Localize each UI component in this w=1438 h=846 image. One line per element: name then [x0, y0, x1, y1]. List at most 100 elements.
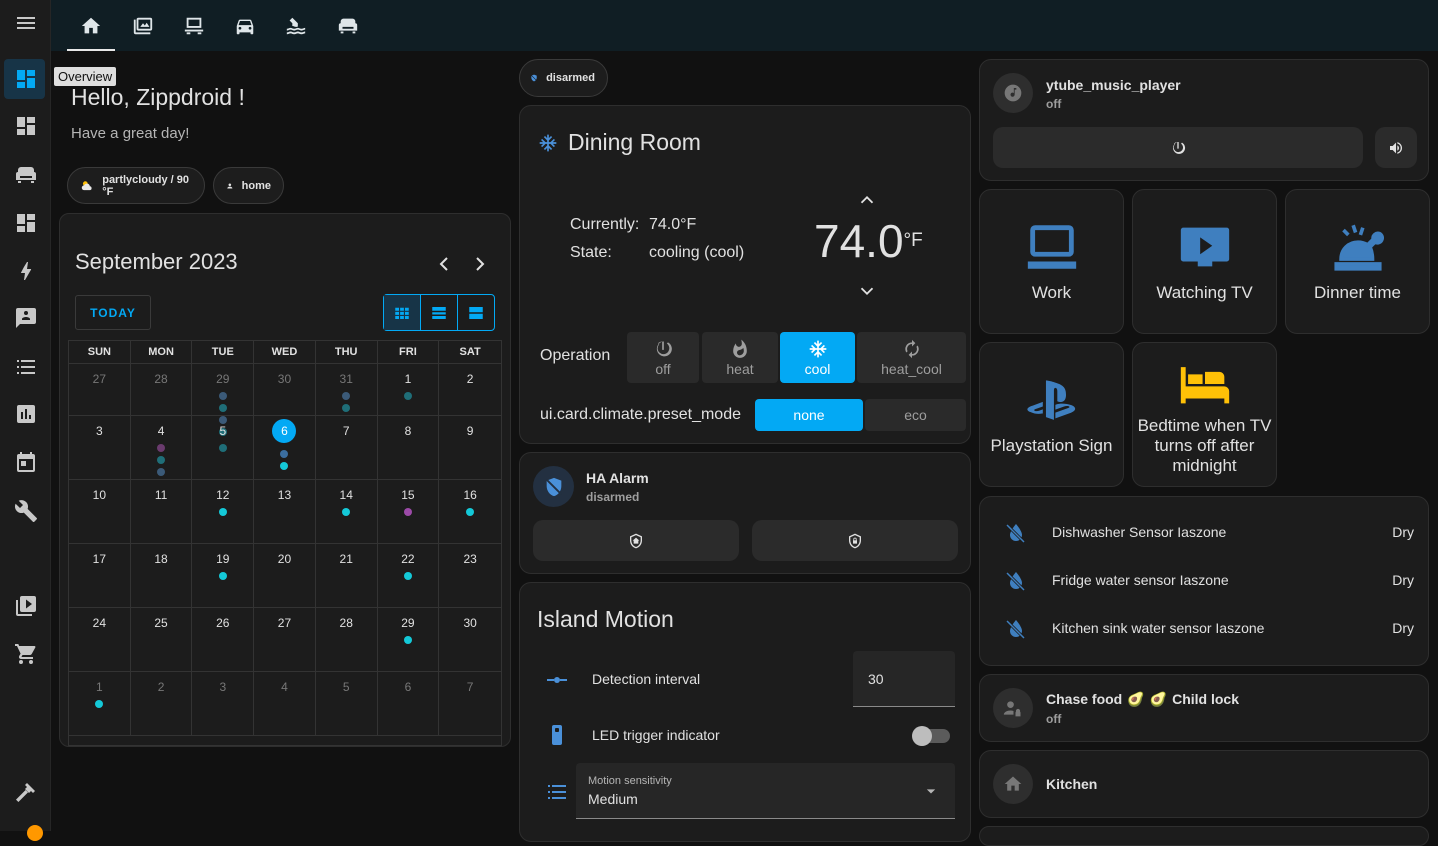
calendar-day[interactable]: 1: [69, 672, 131, 736]
sidebar-item-living[interactable]: [0, 153, 51, 197]
calendar-day[interactable]: 7: [439, 672, 501, 736]
calendar-day[interactable]: 14: [315, 480, 378, 544]
weather-chip[interactable]: partlycloudy / 90 °F: [67, 167, 205, 204]
tab-home[interactable]: [67, 0, 115, 51]
sensor-row[interactable]: Fridge water sensor Iaszone Dry: [980, 569, 1428, 593]
motion-sensitivity-select[interactable]: Motion sensitivity Medium: [576, 763, 955, 819]
alarm-avatar[interactable]: [533, 466, 574, 507]
calendar-day[interactable]: 15: [377, 480, 440, 544]
arm-away-button[interactable]: [752, 520, 958, 561]
today-button[interactable]: TODAY: [75, 295, 151, 330]
notification-badge[interactable]: [27, 825, 43, 841]
mode-heat-cool-button[interactable]: heat_cool: [857, 332, 966, 383]
calendar-day[interactable]: 27: [69, 364, 131, 416]
sidebar-item-settings[interactable]: [0, 770, 51, 814]
calendar-day[interactable]: 31: [315, 364, 378, 416]
sidebar-item-shopping[interactable]: [0, 632, 51, 676]
calendar-day[interactable]: 27: [254, 608, 316, 672]
calendar-day[interactable]: 28: [315, 608, 378, 672]
calendar-prev-button[interactable]: [432, 252, 456, 276]
event-dot[interactable]: [157, 444, 166, 452]
calendar-day[interactable]: 29: [377, 608, 440, 672]
calendar-day[interactable]: 6: [254, 416, 316, 480]
event-dot[interactable]: [342, 392, 351, 400]
calendar-day[interactable]: 10: [69, 480, 131, 544]
calendar-day[interactable]: 1: [377, 364, 440, 416]
menu-button[interactable]: [0, 1, 51, 45]
media-volume-button[interactable]: [1375, 127, 1417, 168]
sidebar-item-overview[interactable]: [0, 57, 51, 101]
calendar-day[interactable]: 29: [192, 364, 255, 436]
event-dot[interactable]: [342, 404, 351, 412]
calendar-day[interactable]: 28: [130, 364, 193, 416]
sidebar-item-calendar[interactable]: [0, 440, 51, 484]
calendar-next-button[interactable]: [468, 252, 492, 276]
media-power-button[interactable]: [993, 127, 1363, 168]
scene-watching-tv[interactable]: Watching TV: [1132, 189, 1277, 334]
event-dot[interactable]: [157, 468, 166, 476]
sidebar-item-media[interactable]: [0, 584, 51, 628]
calendar-day[interactable]: 3: [69, 416, 131, 480]
temp-down-button[interactable]: [856, 280, 880, 300]
calendar-day[interactable]: 30: [254, 364, 316, 416]
calendar-day[interactable]: 4: [254, 672, 316, 736]
sidebar-item-assist[interactable]: [0, 296, 51, 340]
calendar-day[interactable]: 6: [377, 672, 440, 736]
calendar-day[interactable]: 5: [315, 672, 378, 736]
calendar-day[interactable]: 7: [315, 416, 378, 480]
mode-cool-button[interactable]: cool: [780, 332, 855, 383]
mode-off-button[interactable]: off: [627, 332, 699, 383]
event-dot[interactable]: [157, 456, 166, 464]
alarm-chip[interactable]: disarmed: [519, 59, 608, 97]
led-trigger-toggle[interactable]: [912, 726, 950, 746]
scene-playstation-sign[interactable]: Playstation Sign: [979, 342, 1124, 487]
calendar-day[interactable]: 20: [254, 544, 316, 608]
person-chip[interactable]: home: [213, 167, 284, 204]
event-dot[interactable]: [280, 450, 289, 458]
event-dot[interactable]: [466, 508, 475, 516]
view-week-button[interactable]: [421, 295, 458, 330]
event-dot[interactable]: [403, 508, 412, 516]
tab-lounge[interactable]: [324, 0, 372, 51]
mode-heat-button[interactable]: heat: [702, 332, 778, 383]
sidebar-item-history[interactable]: [0, 392, 51, 436]
calendar-day[interactable]: 2: [130, 672, 193, 736]
sidebar-item-developer[interactable]: [0, 489, 51, 533]
event-dot[interactable]: [342, 508, 351, 516]
view-month-button[interactable]: [384, 295, 421, 330]
scene-bedtime[interactable]: Bedtime when TV turns off after midnight: [1132, 342, 1277, 487]
sensor-row[interactable]: Kitchen sink water sensor Iaszone Dry: [980, 617, 1428, 641]
tab-images[interactable]: [119, 0, 167, 51]
calendar-day[interactable]: 12: [192, 480, 255, 544]
preset-eco-button[interactable]: eco: [865, 399, 966, 431]
view-day-button[interactable]: [458, 295, 494, 330]
tab-desk[interactable]: [170, 0, 218, 51]
calendar-day[interactable]: 24: [69, 608, 131, 672]
calendar-day[interactable]: 21: [315, 544, 378, 608]
calendar-day[interactable]: 9: [439, 416, 501, 480]
calendar-day[interactable]: 30: [439, 608, 501, 672]
sidebar-item-energy[interactable]: [0, 249, 51, 293]
calendar-day[interactable]: 3: [192, 672, 255, 736]
temp-up-button[interactable]: [856, 189, 880, 209]
calendar-day[interactable]: 13: [254, 480, 316, 544]
event-dot[interactable]: [280, 462, 289, 470]
calendar-day[interactable]: 17: [69, 544, 131, 608]
detection-interval-input[interactable]: 30: [853, 651, 955, 707]
event-dot[interactable]: [218, 572, 227, 580]
sidebar-item-logbook[interactable]: [0, 345, 51, 389]
event-dot[interactable]: [218, 508, 227, 516]
sensor-row[interactable]: Dishwasher Sensor Iaszone Dry: [980, 521, 1428, 545]
calendar-day[interactable]: 16: [439, 480, 501, 544]
media-avatar[interactable]: [993, 73, 1033, 113]
event-dot[interactable]: [218, 404, 227, 412]
event-dot[interactable]: [218, 392, 227, 400]
calendar-day[interactable]: 19: [192, 544, 255, 608]
preset-none-button[interactable]: none: [755, 399, 863, 431]
event-dot[interactable]: [218, 444, 227, 452]
arm-home-button[interactable]: [533, 520, 739, 561]
calendar-day[interactable]: 5: [192, 416, 255, 480]
calendar-day[interactable]: 26: [192, 608, 255, 672]
sidebar-item-dashboard-2[interactable]: [0, 201, 51, 245]
calendar-day[interactable]: 18: [130, 544, 193, 608]
